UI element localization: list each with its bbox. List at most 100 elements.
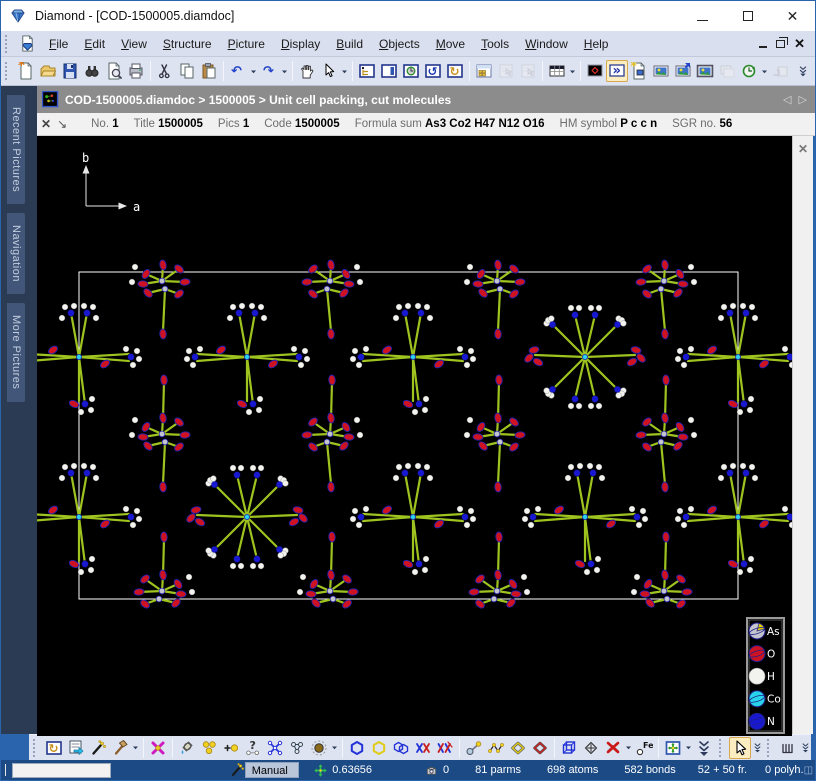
recent-view-button[interactable] bbox=[400, 60, 422, 82]
redo-button[interactable]: ↷ bbox=[258, 60, 280, 82]
select-button[interactable] bbox=[318, 60, 340, 82]
history-dropdown-caret[interactable] bbox=[760, 60, 769, 82]
paste-button[interactable] bbox=[198, 60, 220, 82]
assign-data-button[interactable] bbox=[65, 737, 87, 759]
data-sheet-button[interactable] bbox=[473, 60, 495, 82]
more-tools-button[interactable] bbox=[693, 737, 715, 759]
mdi-close-button[interactable]: ✕ bbox=[794, 37, 805, 50]
minimize-button[interactable] bbox=[680, 1, 725, 31]
save-button[interactable] bbox=[59, 60, 81, 82]
polygon-red-button[interactable] bbox=[529, 737, 551, 759]
prev-picture-arrow-icon[interactable]: ◁ bbox=[783, 94, 793, 106]
sidebar-tab-navigation[interactable]: Navigation bbox=[7, 213, 25, 295]
pan-button[interactable] bbox=[296, 60, 318, 82]
sidebar-tab-recent-pictures[interactable]: Recent Pictures bbox=[7, 95, 25, 205]
new-button[interactable]: * bbox=[15, 60, 37, 82]
cut-button[interactable] bbox=[154, 60, 176, 82]
resize-grip[interactable]: ◫ bbox=[804, 765, 813, 776]
mdi-restore-button[interactable] bbox=[776, 39, 786, 48]
demo-mode-button[interactable] bbox=[584, 60, 606, 82]
create-net-button[interactable] bbox=[485, 737, 507, 759]
toolbar-grip[interactable] bbox=[767, 738, 774, 757]
menu-window[interactable]: Window bbox=[517, 34, 576, 54]
print-preview-button[interactable] bbox=[103, 60, 125, 82]
status-input[interactable] bbox=[12, 762, 111, 778]
close-panel-icon[interactable]: ✕ bbox=[798, 142, 808, 734]
auto-build-button[interactable] bbox=[87, 737, 109, 759]
unit-cell-button[interactable] bbox=[558, 737, 580, 759]
create-bond-button[interactable] bbox=[463, 737, 485, 759]
structure-canvas[interactable]: b a As O H Co N bbox=[37, 136, 792, 736]
data-grid-dropdown-caret[interactable] bbox=[568, 60, 577, 82]
coordination-sphere-button[interactable] bbox=[308, 737, 330, 759]
cut-bonds-button[interactable] bbox=[412, 737, 434, 759]
destroy-all-button[interactable] bbox=[147, 737, 169, 759]
find-button[interactable] bbox=[81, 60, 103, 82]
next-picture-arrow-icon[interactable]: ▷ bbox=[799, 94, 809, 106]
update-picture-button[interactable]: ↻ bbox=[43, 737, 65, 759]
rebuild-dropdown-caret[interactable] bbox=[131, 737, 140, 759]
split-view-button[interactable] bbox=[378, 60, 400, 82]
packing-range-button[interactable] bbox=[390, 737, 412, 759]
delete-bonds-dropdown-caret[interactable] bbox=[624, 737, 633, 759]
close-properties-icon[interactable]: ✕ bbox=[37, 117, 55, 131]
navigation-pane-button[interactable] bbox=[356, 60, 378, 82]
viewing-direction-button[interactable] bbox=[662, 737, 684, 759]
refresh-view-button[interactable]: ↻ bbox=[444, 60, 466, 82]
restore-view-button[interactable]: ↺ bbox=[422, 60, 444, 82]
data-grid-button[interactable] bbox=[546, 60, 568, 82]
rebuild-button[interactable] bbox=[109, 737, 131, 759]
undo-dropdown-caret[interactable] bbox=[249, 60, 258, 82]
menu-objects[interactable]: Objects bbox=[371, 34, 428, 54]
new-picture-button[interactable]: * bbox=[628, 60, 650, 82]
picture-frame-button[interactable] bbox=[694, 60, 716, 82]
maximize-button[interactable] bbox=[725, 1, 770, 31]
complete-fragments-button[interactable] bbox=[286, 737, 308, 759]
delete-bonds-button[interactable] bbox=[602, 737, 624, 759]
mdi-minimize-button[interactable] bbox=[759, 46, 768, 48]
get-molecules-button[interactable]: ? bbox=[242, 737, 264, 759]
jump-arrow-icon[interactable]: ↘ bbox=[55, 117, 77, 131]
measure-tools-more-button[interactable] bbox=[799, 737, 811, 759]
measure-tools-button[interactable] bbox=[777, 737, 799, 759]
menu-move[interactable]: Move bbox=[428, 34, 473, 54]
close-button[interactable]: ✕ bbox=[770, 1, 815, 31]
picture-button[interactable] bbox=[650, 60, 672, 82]
menu-display[interactable]: Display bbox=[273, 34, 328, 54]
menu-file[interactable]: File bbox=[41, 34, 76, 54]
toolbar-grip[interactable] bbox=[719, 738, 726, 757]
menu-edit[interactable]: Edit bbox=[76, 34, 113, 54]
copy-button[interactable] bbox=[176, 60, 198, 82]
fill-range-blue-button[interactable] bbox=[346, 737, 368, 759]
polygon-yellow-button[interactable] bbox=[507, 737, 529, 759]
fill-cell-button[interactable] bbox=[176, 737, 198, 759]
menu-view[interactable]: View bbox=[113, 34, 155, 54]
menu-build[interactable]: Build bbox=[328, 34, 371, 54]
menu-tools[interactable]: Tools bbox=[473, 34, 517, 54]
history-button[interactable] bbox=[738, 60, 760, 82]
menu-structure[interactable]: Structure bbox=[155, 34, 220, 54]
toolbar-grip[interactable] bbox=[33, 738, 40, 757]
edit-atom-button[interactable]: Fe bbox=[633, 737, 655, 759]
sidebar-tab-more-pictures[interactable]: More Pictures bbox=[7, 303, 25, 402]
menu-help[interactable]: Help bbox=[576, 34, 617, 54]
cut-bonds-all-button[interactable] bbox=[434, 737, 456, 759]
menu-picture[interactable]: Picture bbox=[220, 34, 273, 54]
add-all-atoms-button[interactable] bbox=[198, 737, 220, 759]
coordination-sphere-dropdown-caret[interactable] bbox=[330, 737, 339, 759]
move-molecule-button[interactable] bbox=[580, 737, 602, 759]
picture-series-button[interactable]: » bbox=[606, 60, 628, 82]
select-dropdown-caret[interactable] bbox=[340, 60, 349, 82]
toolbar-grip[interactable] bbox=[5, 34, 12, 53]
redo-dropdown-caret[interactable] bbox=[280, 60, 289, 82]
add-atom-button[interactable] bbox=[220, 737, 242, 759]
connect-atoms-button[interactable] bbox=[264, 737, 286, 759]
pointer-mode-more-button[interactable] bbox=[751, 737, 763, 759]
fill-range-yellow-button[interactable] bbox=[368, 737, 390, 759]
toolbar-overflow-button[interactable] bbox=[797, 65, 809, 77]
picture-copy-button[interactable] bbox=[672, 60, 694, 82]
open-button[interactable] bbox=[37, 60, 59, 82]
undo-button[interactable]: ↶ bbox=[227, 60, 249, 82]
mode-indicator[interactable]: Manual bbox=[244, 762, 300, 778]
print-button[interactable] bbox=[125, 60, 147, 82]
